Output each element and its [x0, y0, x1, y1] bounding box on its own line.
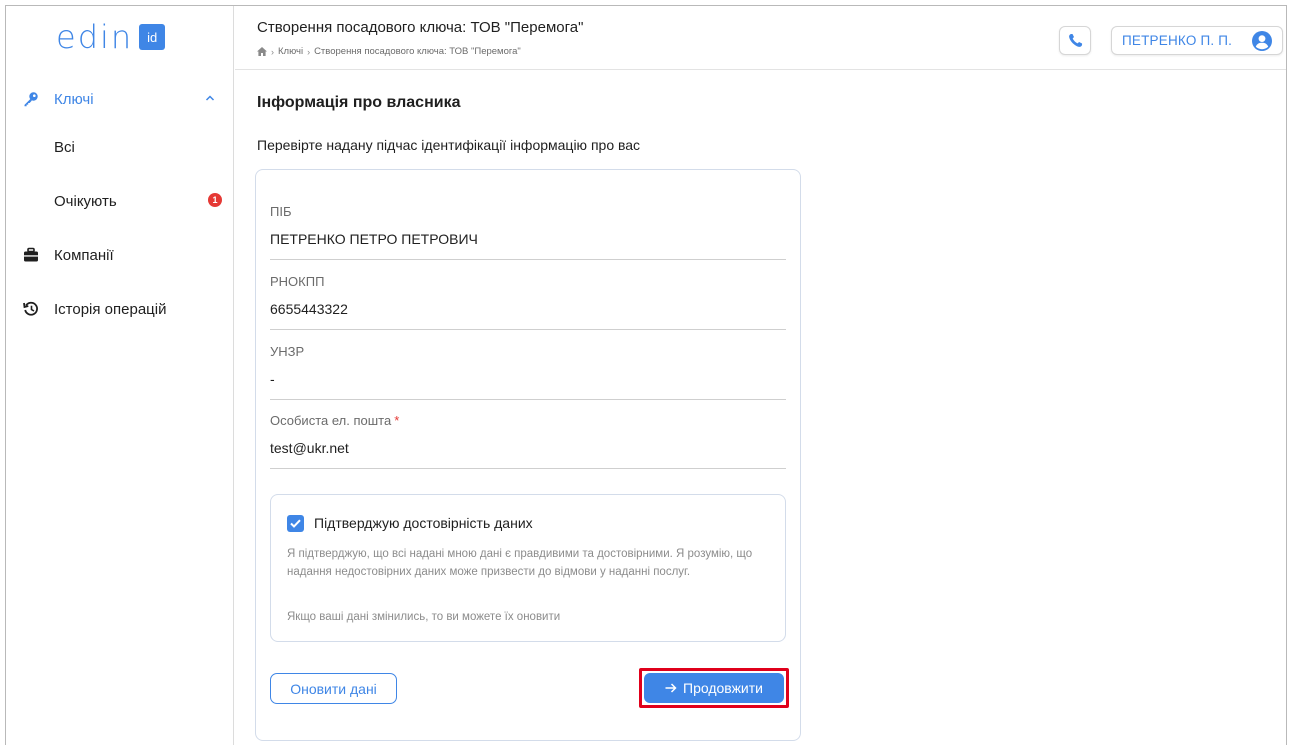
home-icon[interactable]: [257, 47, 267, 56]
checkmark-icon: [290, 519, 301, 528]
continue-button[interactable]: Продовжити: [644, 673, 784, 703]
field-value: ПЕТРЕНКО ПЕТРО ПЕТРОВИЧ: [270, 231, 478, 247]
logo[interactable]: edin id: [56, 18, 166, 56]
confirm-title[interactable]: Підтверджую достовірність даних: [314, 515, 533, 531]
email-value[interactable]: test@ukr.net: [270, 440, 349, 456]
sidebar-item-label: Очікують: [54, 192, 117, 210]
breadcrumb-separator: ›: [271, 46, 274, 57]
arrow-right-icon: [665, 683, 677, 693]
sidebar-item-label: Всі: [54, 138, 75, 156]
sidebar-item-keys[interactable]: Ключі: [6, 78, 234, 120]
history-icon: [23, 301, 38, 316]
chevron-up-icon[interactable]: [204, 92, 216, 104]
sidebar-item-all[interactable]: Всі: [6, 120, 234, 174]
field-label: Особиста ел. пошта *: [270, 413, 399, 428]
breadcrumb-item-current: Створення посадового ключа: ТОВ "Перемог…: [314, 46, 521, 57]
section-title: Інформація про власника: [257, 94, 461, 111]
user-menu-button[interactable]: ПЕТРЕНКО П. П.: [1111, 26, 1283, 55]
page-title: Створення посадового ключа: ТОВ "Перемог…: [257, 19, 584, 36]
confirm-text: Я підтверджую, що всі надані мною дані є…: [287, 548, 753, 578]
field-full-name: ПІБ ПЕТРЕНКО ПЕТРО ПЕТРОВИЧ: [270, 204, 786, 260]
field-value: 6655443322: [270, 301, 348, 317]
required-mark: *: [394, 413, 400, 428]
confirm-note: Якщо ваші дані змінились, то ви можете ї…: [287, 611, 561, 623]
field-label: РНОКПП: [270, 274, 325, 289]
continue-button-label: Продовжити: [683, 680, 763, 696]
sidebar-item-history[interactable]: Історія операцій: [6, 282, 234, 336]
sidebar-item-label: Ключі: [54, 90, 94, 108]
sidebar: edin id Ключі Всі Очікують 1 Компанії Іс…: [6, 6, 234, 745]
field-label: УНЗР: [270, 344, 305, 359]
confirm-checkbox[interactable]: [287, 515, 304, 532]
field-label-text: Особиста ел. пошта: [270, 413, 392, 428]
user-name: ПЕТРЕНКО П. П.: [1122, 33, 1233, 48]
key-icon: [24, 92, 38, 107]
confirm-box: Підтверджую достовірність даних Я підтве…: [270, 494, 786, 642]
update-data-button[interactable]: Оновити дані: [270, 673, 397, 704]
logo-text: edin: [56, 18, 134, 56]
phone-icon: [1068, 33, 1082, 47]
section-subtitle: Перевірте надану підчас ідентифікації ін…: [257, 137, 641, 153]
phone-button[interactable]: [1059, 26, 1091, 55]
field-label: ПІБ: [270, 204, 292, 219]
field-email[interactable]: Особиста ел. пошта * test@ukr.net: [270, 413, 786, 469]
user-avatar-icon: [1252, 30, 1272, 51]
field-tax-id: РНОКПП 6655443322: [270, 274, 786, 330]
sidebar-item-companies[interactable]: Компанії: [6, 228, 234, 282]
breadcrumb-item-keys[interactable]: Ключі: [278, 46, 303, 57]
pending-count-badge: 1: [208, 193, 222, 207]
field-unzr: УНЗР -: [270, 344, 786, 400]
owner-info-card: ПІБ ПЕТРЕНКО ПЕТРО ПЕТРОВИЧ РНОКПП 66554…: [255, 169, 801, 741]
app-window: edin id Ключі Всі Очікують 1 Компанії Іс…: [5, 5, 1287, 745]
sidebar-nav: Ключі Всі Очікують 1 Компанії Історія оп…: [6, 78, 234, 336]
top-header: Створення посадового ключа: ТОВ "Перемог…: [235, 6, 1286, 70]
field-value: -: [270, 371, 275, 387]
main-content: Інформація про власника Перевірте надану…: [235, 71, 1286, 745]
breadcrumb-separator: ›: [307, 46, 311, 57]
briefcase-icon: [24, 247, 38, 262]
sidebar-item-pending[interactable]: Очікують 1: [6, 174, 234, 228]
sidebar-item-label: Історія операцій: [54, 300, 167, 318]
logo-badge: id: [139, 24, 166, 50]
breadcrumb: › Ключі › Створення посадового ключа: ТО…: [257, 46, 521, 57]
sidebar-item-label: Компанії: [54, 246, 114, 264]
